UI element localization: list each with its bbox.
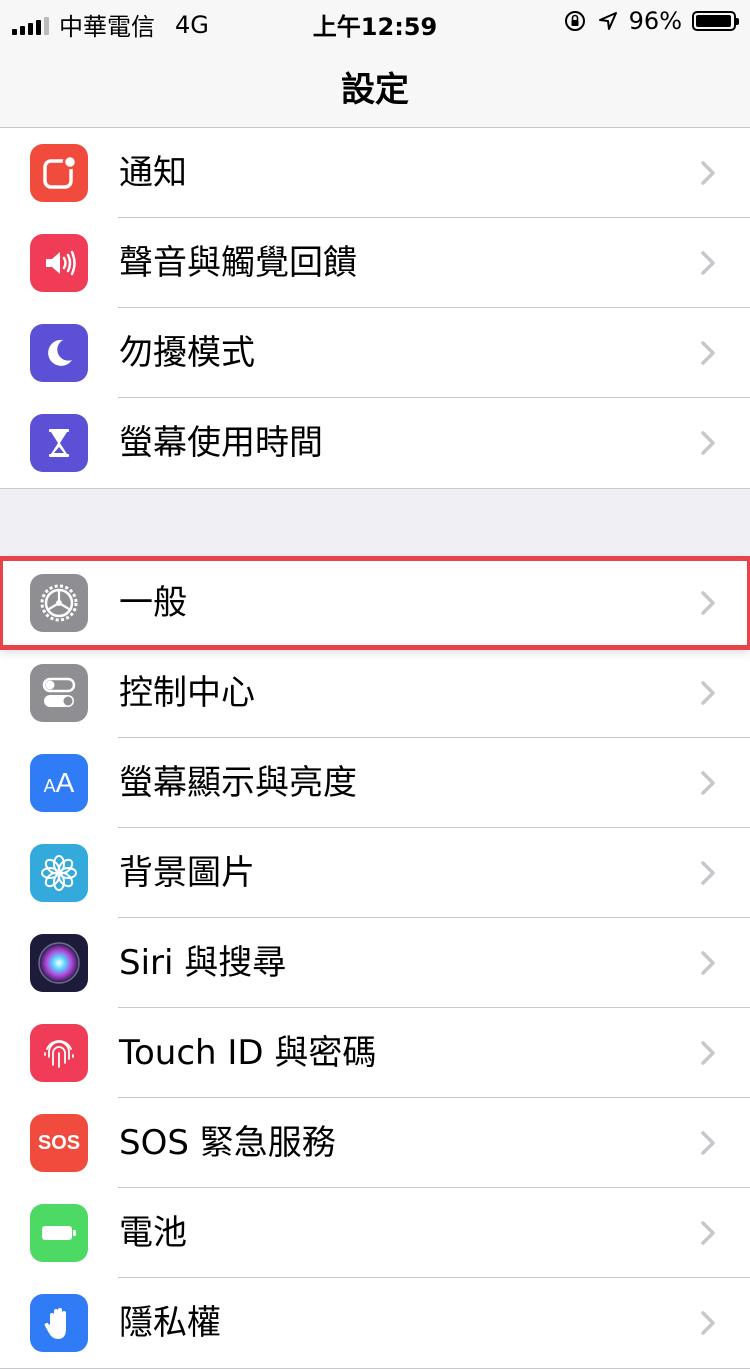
gear-icon bbox=[30, 574, 88, 632]
chevron-right-icon bbox=[701, 1131, 715, 1155]
flower-icon bbox=[30, 844, 88, 902]
settings-row-label: 隱私權 bbox=[119, 1303, 221, 1343]
settings-row-control-center[interactable]: 控制中心 bbox=[0, 648, 750, 738]
chevron-right-icon bbox=[701, 681, 715, 705]
settings-row-label: 聲音與觸覺回饋 bbox=[119, 243, 357, 283]
chevron-right-icon bbox=[701, 1221, 715, 1245]
moon-icon bbox=[30, 324, 88, 382]
text-size-icon: AA bbox=[30, 754, 88, 812]
chevron-right-icon bbox=[701, 161, 715, 185]
settings-row-touch-id-passcode[interactable]: Touch ID 與密碼 bbox=[0, 1008, 750, 1098]
settings-row-label: 控制中心 bbox=[119, 673, 255, 713]
settings-row-label: 電池 bbox=[119, 1213, 187, 1253]
chevron-right-icon bbox=[701, 1311, 715, 1335]
orientation-lock-icon bbox=[564, 11, 585, 31]
navigation-bar: 設定 bbox=[0, 40, 750, 128]
fingerprint-icon bbox=[30, 1024, 88, 1082]
settings-row-label: 螢幕使用時間 bbox=[119, 423, 323, 463]
settings-row-label: 螢幕顯示與亮度 bbox=[119, 763, 357, 803]
settings-row-emergency-sos[interactable]: SOS SOS 緊急服務 bbox=[0, 1098, 750, 1188]
chevron-right-icon bbox=[701, 861, 715, 885]
chevron-right-icon bbox=[701, 341, 715, 365]
settings-row-label: 背景圖片 bbox=[119, 853, 255, 893]
battery-icon bbox=[30, 1204, 88, 1262]
location-icon bbox=[598, 12, 617, 30]
settings-row-display-brightness[interactable]: AA 螢幕顯示與亮度 bbox=[0, 738, 750, 828]
toggles-icon bbox=[30, 664, 88, 722]
settings-row-label: Touch ID 與密碼 bbox=[119, 1033, 377, 1073]
notifications-icon bbox=[30, 144, 88, 202]
chevron-right-icon bbox=[701, 431, 715, 455]
settings-row-wallpaper[interactable]: 背景圖片 bbox=[0, 828, 750, 918]
battery-percent: 96% bbox=[628, 7, 682, 35]
chevron-right-icon bbox=[701, 771, 715, 795]
chevron-right-icon bbox=[701, 951, 715, 975]
battery-icon bbox=[692, 11, 739, 31]
settings-row-label: Siri 與搜尋 bbox=[119, 943, 287, 983]
page-title: 設定 bbox=[341, 70, 409, 110]
hourglass-icon bbox=[30, 414, 88, 472]
sos-icon: SOS bbox=[30, 1114, 88, 1172]
chevron-right-icon bbox=[701, 1041, 715, 1065]
hand-icon bbox=[30, 1294, 88, 1352]
settings-row-do-not-disturb[interactable]: 勿擾模式 bbox=[0, 308, 750, 398]
settings-row-siri-search[interactable]: Siri 與搜尋 bbox=[0, 918, 750, 1008]
siri-icon bbox=[30, 934, 88, 992]
settings-row-general[interactable]: 一般 bbox=[0, 556, 750, 650]
chevron-right-icon bbox=[701, 251, 715, 275]
settings-row-label: 一般 bbox=[119, 583, 187, 623]
sos-icon-text: SOS bbox=[37, 1131, 81, 1154]
settings-row-screen-time[interactable]: 螢幕使用時間 bbox=[0, 398, 750, 488]
speaker-icon bbox=[30, 234, 88, 292]
settings-row-privacy[interactable]: 隱私權 bbox=[0, 1278, 750, 1368]
settings-row-label: 勿擾模式 bbox=[119, 333, 255, 373]
status-bar: 中華電信 4G 上午12:59 96% bbox=[0, 0, 750, 41]
settings-row-battery[interactable]: 電池 bbox=[0, 1188, 750, 1278]
settings-row-label: 通知 bbox=[119, 153, 187, 193]
settings-row-notifications[interactable]: 通知 bbox=[0, 128, 750, 218]
chevron-right-icon bbox=[701, 591, 715, 615]
settings-group-2: 一般 控制中心 AA 螢幕顯示與亮度 背景圖片 Siri 與搜尋 Touch I… bbox=[0, 556, 750, 1369]
settings-row-label: SOS 緊急服務 bbox=[119, 1123, 336, 1163]
settings-row-sounds[interactable]: 聲音與觸覺回饋 bbox=[0, 218, 750, 308]
settings-group-1: 通知 聲音與觸覺回饋 勿擾模式 螢幕使用時間 bbox=[0, 127, 750, 489]
